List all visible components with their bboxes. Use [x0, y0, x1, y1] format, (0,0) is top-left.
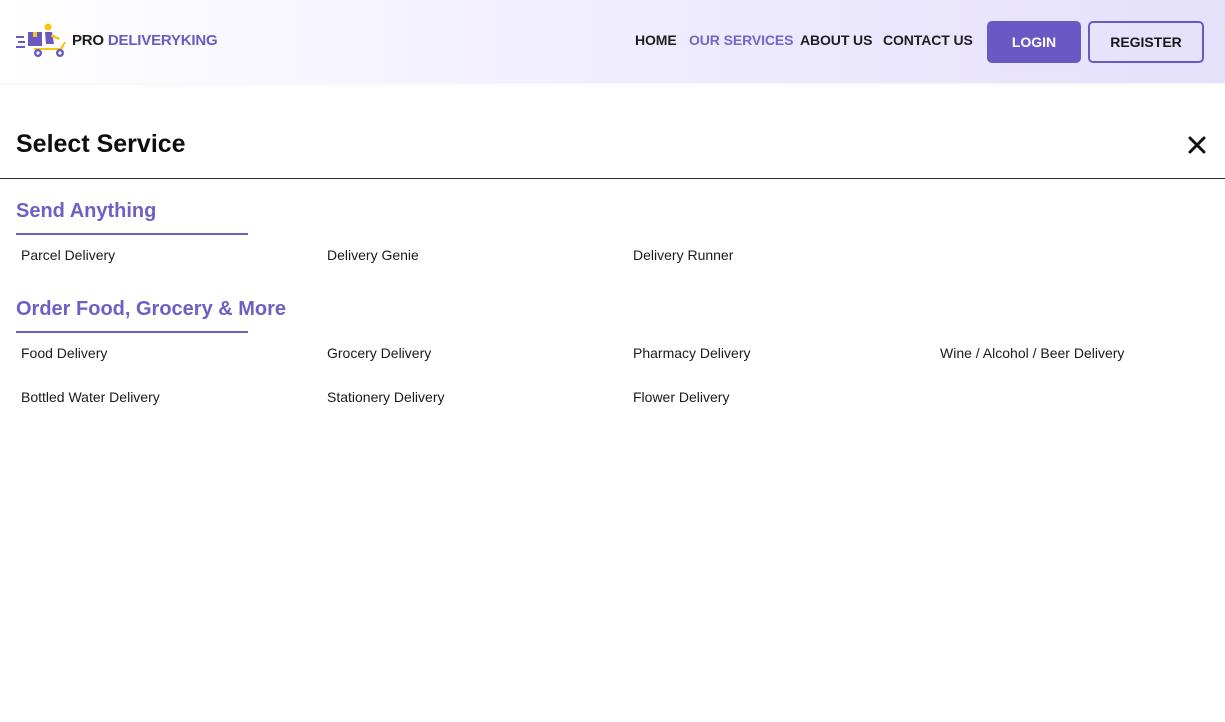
section-title-send-anything: Send Anything	[16, 200, 157, 222]
panel-divider	[0, 178, 1225, 179]
service-food-delivery[interactable]: Food Delivery	[21, 345, 107, 361]
brand-pro: PRO	[72, 31, 104, 49]
service-stationery-delivery[interactable]: Stationery Delivery	[327, 389, 445, 405]
service-pharmacy-delivery[interactable]: Pharmacy Delivery	[633, 345, 750, 361]
service-delivery-runner[interactable]: Delivery Runner	[633, 247, 733, 263]
delivery-scooter-icon	[16, 23, 66, 57]
service-parcel-delivery[interactable]: Parcel Delivery	[21, 247, 115, 263]
site-header: PRO DELIVERYKING HOME OUR SERVICES ABOUT …	[0, 0, 1225, 83]
section-underline	[16, 331, 248, 333]
service-bottled-water-delivery[interactable]: Bottled Water Delivery	[21, 389, 160, 405]
nav-our-services[interactable]: OUR SERVICES	[689, 32, 793, 48]
login-button[interactable]: LOGIN	[987, 21, 1081, 63]
panel-title: Select Service	[16, 130, 186, 158]
section-title-order-food: Order Food, Grocery & More	[16, 298, 287, 320]
brand-wordmark: PRO DELIVERYKING	[72, 31, 218, 49]
brand-logo[interactable]: PRO DELIVERYKING	[16, 22, 218, 58]
service-delivery-genie[interactable]: Delivery Genie	[327, 247, 419, 263]
section-underline	[16, 233, 248, 235]
close-icon[interactable]	[1188, 136, 1206, 154]
service-flower-delivery[interactable]: Flower Delivery	[633, 389, 729, 405]
nav-about-us[interactable]: ABOUT US	[800, 32, 872, 48]
register-button[interactable]: REGISTER	[1088, 21, 1204, 63]
service-grocery-delivery[interactable]: Grocery Delivery	[327, 345, 431, 361]
nav-home[interactable]: HOME	[635, 32, 677, 48]
service-wine-alcohol-beer-delivery[interactable]: Wine / Alcohol / Beer Delivery	[940, 345, 1124, 361]
brand-name: DELIVERYKING	[107, 31, 218, 49]
nav-contact-us[interactable]: CONTACT US	[883, 32, 973, 48]
